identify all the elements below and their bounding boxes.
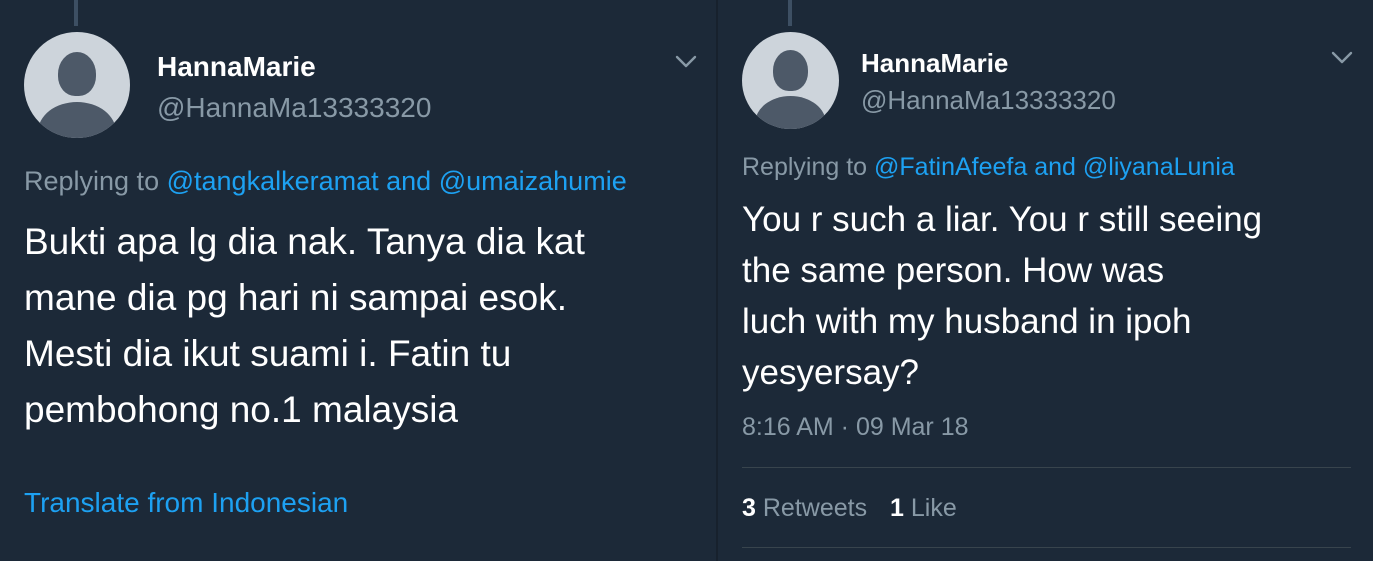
replying-user-link[interactable]: @tangkalkeramat [167, 166, 379, 196]
display-name[interactable]: HannaMarie [861, 48, 1008, 79]
replying-prefix: Replying to [24, 166, 160, 196]
tweet-text-line: yesyersay? [742, 353, 920, 392]
user-handle[interactable]: @HannaMa13333320 [157, 92, 431, 124]
divider-line [742, 467, 1351, 468]
retweet-count: 3 [742, 494, 756, 522]
tweet-timestamp[interactable]: 8:16 AM · 09 Mar 18 [742, 413, 969, 442]
replying-user-link[interactable]: @FatinAfeefa [874, 153, 1027, 181]
tweet-text-line: the same person. How was [742, 251, 1165, 290]
thread-connector-line [74, 0, 78, 26]
left-tweet: HannaMarie @HannaMa13333320 Replying to … [0, 0, 718, 561]
default-profile-head-icon [773, 50, 808, 91]
like-label: Like [910, 494, 957, 522]
replying-to-line: Replying to @tangkalkeramat and @umaizah… [24, 166, 627, 197]
replying-to-line: Replying to @FatinAfeefa and @liyanaLuni… [742, 153, 1235, 182]
likes-stat[interactable]: 1 Like [890, 494, 957, 522]
tweet-text-line: You r such a liar. You r still seeing [742, 200, 1263, 239]
default-profile-body-icon [38, 102, 116, 138]
engagement-stats: 3 Retweets 1 Like [742, 494, 957, 523]
thread-connector-line [788, 0, 792, 26]
replying-user-link[interactable]: @umaizahumie [439, 166, 627, 196]
translate-link[interactable]: Translate from Indonesian [24, 487, 348, 519]
right-tweet: HannaMarie @HannaMa13333320 Replying to … [718, 0, 1373, 561]
retweets-stat[interactable]: 3 Retweets [742, 494, 874, 522]
tweet-text-line: luch with my husband in ipoh [742, 302, 1192, 341]
replying-and: and [1034, 153, 1076, 181]
chevron-down-icon[interactable] [1330, 48, 1354, 66]
replying-user-link[interactable]: @liyanaLunia [1083, 153, 1235, 181]
display-name[interactable]: HannaMarie [157, 51, 316, 83]
tweet-text-line: pembohong no.1 malaysia [24, 389, 459, 430]
tweet-text-line: mane dia pg hari ni sampai esok. [24, 277, 567, 318]
tweet-text: You r such a liar. You r still seeing th… [742, 194, 1262, 398]
like-count: 1 [890, 494, 904, 522]
default-profile-body-icon [755, 96, 826, 129]
tweet-text: Bukti apa lg dia nak. Tanya dia kat mane… [24, 214, 585, 438]
avatar[interactable] [742, 32, 839, 129]
divider-line [742, 547, 1351, 548]
replying-and: and [386, 166, 432, 196]
retweet-label: Retweets [762, 494, 868, 522]
chevron-down-icon[interactable] [674, 52, 698, 70]
tweet-text-line: Mesti dia ikut suami i. Fatin tu [24, 333, 512, 374]
tweet-text-line: Bukti apa lg dia nak. Tanya dia kat [24, 221, 585, 262]
default-profile-head-icon [58, 52, 96, 96]
user-handle[interactable]: @HannaMa13333320 [861, 85, 1116, 116]
avatar[interactable] [24, 32, 130, 138]
replying-prefix: Replying to [742, 153, 868, 181]
